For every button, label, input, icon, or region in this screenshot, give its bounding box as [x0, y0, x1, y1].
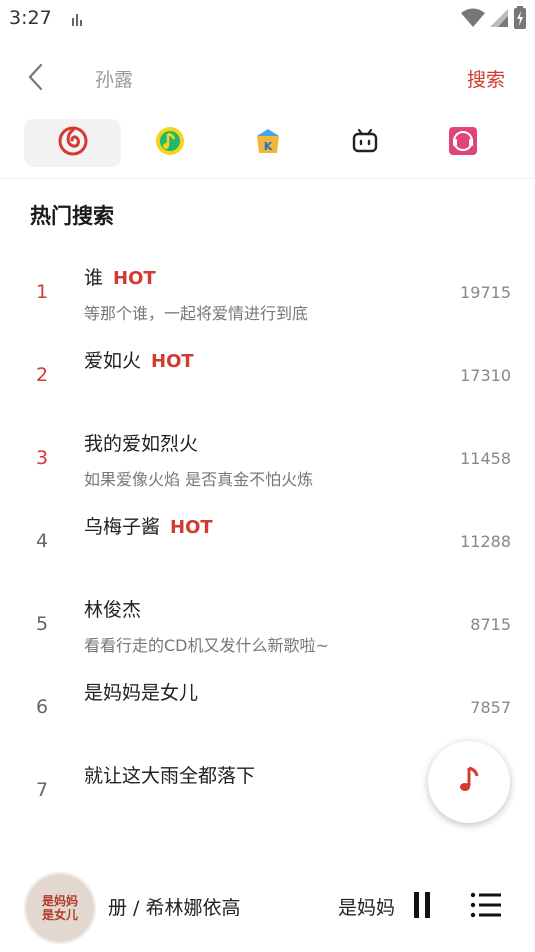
search-input[interactable]: [95, 64, 425, 92]
item-title: 是妈妈是女儿: [84, 682, 199, 704]
item-title-text: 爱如火: [84, 350, 142, 372]
item-title: 乌梅子酱 HOT: [84, 512, 213, 539]
source-tab-bilibili[interactable]: [317, 119, 414, 167]
wifi-icon: [461, 8, 485, 32]
music-note-button[interactable]: [428, 741, 510, 823]
item-title: 谁 HOT: [84, 263, 156, 290]
music-source-tabs: K: [24, 119, 511, 167]
rank-number: 1: [36, 281, 49, 303]
cover-text: 是女儿: [41, 908, 78, 922]
source-tab-qq[interactable]: [122, 119, 219, 167]
status-bar: 3:27: [0, 0, 535, 36]
search-count: 8715: [470, 615, 511, 634]
migu-music-icon: [448, 126, 478, 160]
battery-icon: [513, 6, 527, 34]
qq-music-icon: [155, 126, 185, 160]
signal-icon: [489, 8, 509, 32]
search-bar: 搜索: [0, 50, 535, 106]
item-title-text: 乌梅子酱: [84, 516, 161, 538]
hot-search-item[interactable]: 1 谁 HOT 等那个谁，一起将爱情进行到底 19715: [0, 251, 535, 334]
hot-badge: HOT: [113, 268, 156, 289]
hot-search-item[interactable]: 3 我的爱如烈火 如果爱像火焰 是否真金不怕火炼 11458: [0, 417, 535, 500]
rank-number: 2: [36, 364, 49, 386]
search-count: 17310: [460, 366, 511, 385]
source-tab-migu[interactable]: [414, 119, 511, 167]
now-playing-artist: 册 / 希林娜依高: [108, 897, 241, 919]
mini-player[interactable]: 是妈妈 是女儿 册 / 希林娜依高 是妈妈: [0, 868, 535, 952]
item-description: 等那个谁，一起将爱情进行到底: [84, 304, 309, 323]
netease-music-icon: [58, 126, 88, 160]
hot-search-item[interactable]: 4 乌梅子酱 HOT 11288: [0, 500, 535, 583]
playlist-icon[interactable]: [468, 888, 504, 922]
pause-button[interactable]: [408, 888, 438, 922]
rank-number: 7: [36, 779, 49, 801]
album-cover[interactable]: 是妈妈 是女儿: [24, 872, 96, 944]
search-count: 11288: [460, 532, 511, 551]
hot-search-title: 热门搜索: [30, 204, 114, 228]
rank-number: 4: [36, 530, 49, 552]
cover-text: 是妈妈: [41, 894, 78, 908]
hot-search-item[interactable]: 2 爱如火 HOT 17310: [0, 334, 535, 417]
item-description: 如果爱像火焰 是否真金不怕火炼: [84, 470, 314, 489]
music-note-icon: [456, 765, 482, 799]
now-playing-title: 是妈妈: [338, 897, 394, 919]
item-title: 我的爱如烈火: [84, 433, 199, 455]
rank-number: 6: [36, 696, 49, 718]
bilibili-icon: [350, 126, 380, 160]
rank-number: 3: [36, 447, 49, 469]
kugou-icon: K: [253, 126, 283, 160]
data-activity-icon: [72, 11, 84, 30]
search-button[interactable]: 搜索: [467, 65, 505, 92]
search-count: 7857: [470, 698, 511, 717]
back-arrow-icon[interactable]: [22, 62, 52, 92]
svg-text:K: K: [263, 140, 272, 153]
hot-badge: HOT: [170, 517, 213, 538]
source-tab-netease[interactable]: [24, 119, 121, 167]
search-count: 19715: [460, 283, 511, 302]
divider: [0, 178, 535, 179]
item-title-text: 谁: [84, 267, 104, 289]
item-title: 爱如火 HOT: [84, 346, 194, 373]
hot-search-item[interactable]: 5 林俊杰 看看行走的CD机又发什么新歌啦~ 8715: [0, 583, 535, 666]
status-time: 3:27: [9, 7, 52, 29]
item-description: 看看行走的CD机又发什么新歌啦~: [84, 636, 329, 655]
hot-search-item[interactable]: 6 是妈妈是女儿 7857: [0, 666, 535, 749]
source-tab-kugou[interactable]: K: [219, 119, 316, 167]
rank-number: 5: [36, 613, 49, 635]
search-count: 11458: [460, 449, 511, 468]
hot-badge: HOT: [151, 351, 194, 372]
item-title: 林俊杰: [84, 599, 142, 621]
item-title: 就让这大雨全都落下: [84, 765, 256, 787]
